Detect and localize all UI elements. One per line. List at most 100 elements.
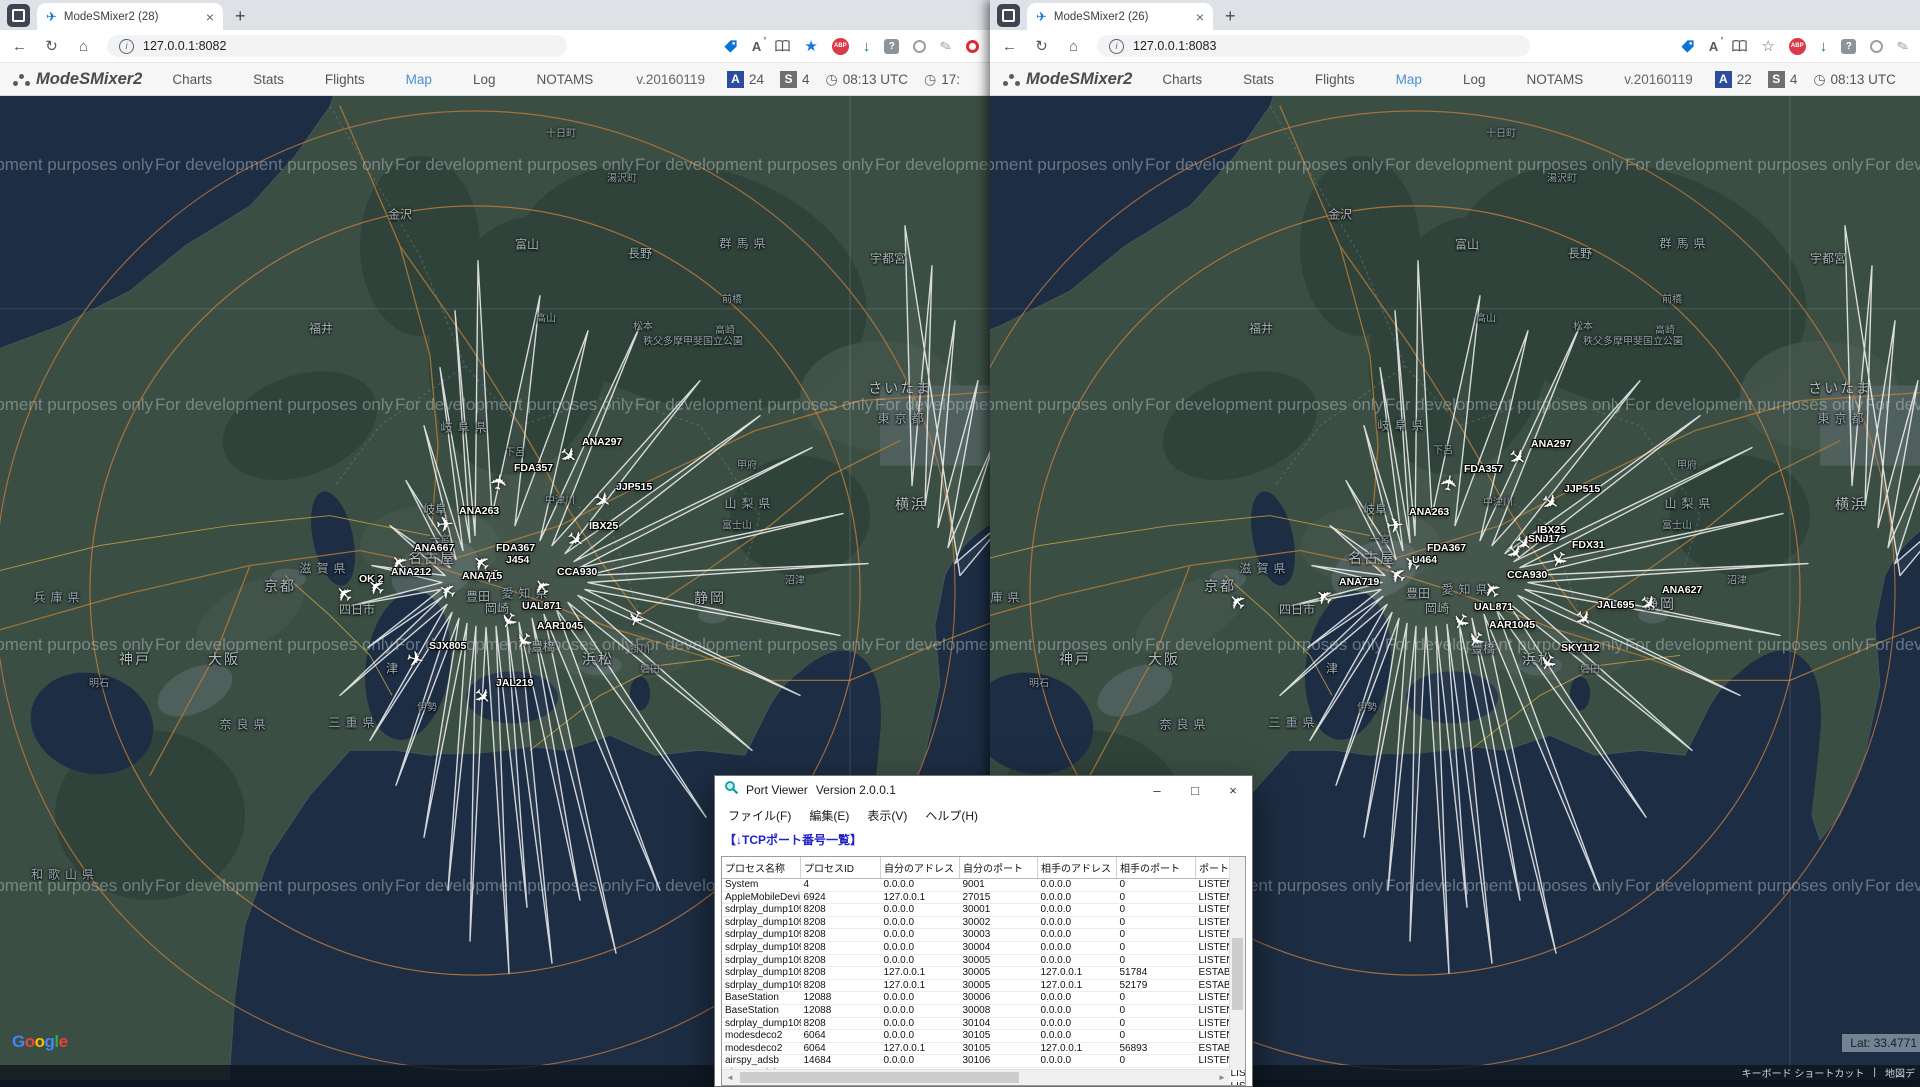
aircraft-callsign[interactable]: ANA297 xyxy=(582,436,622,448)
menu-item[interactable]: ヘルプ(H) xyxy=(916,807,987,824)
column-header[interactable]: 自分のポート xyxy=(960,857,1038,879)
port-table-row[interactable]: sdrplay_dump109082080.0.0.0300020.0.0.00… xyxy=(722,916,1246,929)
aircraft-callsign[interactable]: ANA667 xyxy=(414,542,454,554)
port-table-row[interactable]: airspy_adsb146840.0.0.0301060.0.0.00LIST… xyxy=(722,1055,1246,1068)
vertical-scrollbar-thumb[interactable] xyxy=(1232,938,1243,1010)
aircraft-callsign[interactable]: SJX805 xyxy=(429,640,466,652)
aircraft-callsign[interactable]: ANA719 xyxy=(1339,576,1379,588)
aircraft-callsign[interactable]: FDA357 xyxy=(1464,463,1503,475)
column-header[interactable]: 相手のアドレス xyxy=(1038,857,1117,879)
aircraft-callsign[interactable]: IBX25 xyxy=(589,520,618,532)
map-data-link[interactable]: 地図デ xyxy=(1885,1065,1915,1080)
port-table-row[interactable]: sdrplay_dump10908208127.0.0.130005127.0.… xyxy=(722,979,1246,992)
download-extension-icon[interactable]: ↓ xyxy=(1820,38,1828,55)
aircraft-callsign[interactable]: FDX31 xyxy=(1572,539,1605,551)
help-extension-icon[interactable]: ? xyxy=(1841,39,1856,54)
aircraft-callsign[interactable]: SKY112 xyxy=(1561,642,1600,654)
nav-item-notams[interactable]: NOTAMS xyxy=(536,72,593,87)
browser-tab[interactable]: ✈ ModeSMixer2 (26) × xyxy=(1027,3,1213,30)
aircraft-callsign[interactable]: U464 xyxy=(1412,554,1437,566)
column-header[interactable]: プロセスID xyxy=(801,857,881,879)
aircraft-callsign[interactable]: ANA212 xyxy=(391,566,431,578)
port-table-row[interactable]: sdrplay_dump109082080.0.0.0300010.0.0.00… xyxy=(722,904,1246,917)
site-info-icon[interactable]: i xyxy=(119,39,134,54)
port-viewer-titlebar[interactable]: Port Viewer Version 2.0.0.1 – □ × xyxy=(715,776,1252,804)
back-icon[interactable]: ← xyxy=(11,38,28,55)
browser-tab[interactable]: ✈ ModeSMixer2 (28) × xyxy=(37,3,223,30)
adblock-extension-icon[interactable]: ABP xyxy=(1789,38,1806,55)
aircraft-icon[interactable]: ✈ xyxy=(488,472,512,493)
menu-item[interactable]: 編集(E) xyxy=(800,807,858,824)
port-table-row[interactable]: modesdeco260640.0.0.0301050.0.0.00LISTEN… xyxy=(722,1030,1246,1043)
aircraft-icon[interactable]: ✈ xyxy=(435,514,454,536)
aircraft-callsign[interactable]: FDA367 xyxy=(1427,542,1466,554)
immersive-reader-icon[interactable] xyxy=(1732,39,1747,53)
aircraft-callsign[interactable]: ANA297 xyxy=(1531,438,1571,450)
tab-close-icon[interactable]: × xyxy=(206,9,214,25)
circle-extension-icon[interactable] xyxy=(1870,40,1883,53)
refresh-icon[interactable]: ↻ xyxy=(43,37,60,55)
minimize-button[interactable]: – xyxy=(1138,776,1176,804)
scroll-right-icon[interactable]: ► xyxy=(1214,1070,1230,1085)
aircraft-callsign[interactable]: UAL871 xyxy=(522,600,561,612)
nav-item-map[interactable]: Map xyxy=(1396,72,1422,87)
site-info-icon[interactable]: i xyxy=(1109,39,1124,54)
aircraft-callsign[interactable]: ANA715 xyxy=(462,570,502,582)
column-header[interactable]: 相手のポート xyxy=(1117,857,1196,879)
shopping-tag-icon[interactable] xyxy=(723,39,738,54)
aircraft-callsign[interactable]: JJP515 xyxy=(1564,483,1600,495)
nav-item-notams[interactable]: NOTAMS xyxy=(1526,72,1583,87)
home-icon[interactable]: ⌂ xyxy=(1065,38,1082,55)
nav-item-flights[interactable]: Flights xyxy=(325,72,365,87)
adblock-extension-icon[interactable]: ABP xyxy=(832,38,849,55)
aircraft-callsign[interactable]: AAR1045 xyxy=(537,620,583,632)
tcp-port-list-heading[interactable]: 【↓TCPポート番号一覧】 xyxy=(715,826,1252,848)
aircraft-callsign[interactable]: FDA367 xyxy=(496,542,535,554)
nav-item-charts[interactable]: Charts xyxy=(1162,72,1202,87)
aircraft-callsign[interactable]: ANA263 xyxy=(459,505,499,517)
horizontal-scrollbar[interactable]: ◄ ► xyxy=(722,1069,1230,1085)
nav-item-charts[interactable]: Charts xyxy=(172,72,212,87)
refresh-icon[interactable]: ↻ xyxy=(1033,37,1050,55)
nav-item-map[interactable]: Map xyxy=(406,72,432,87)
aircraft-callsign[interactable]: JAL695 xyxy=(1597,599,1634,611)
red-o-extension-icon[interactable] xyxy=(966,40,979,53)
aircraft-callsign[interactable]: AAR1045 xyxy=(1489,619,1535,631)
immersive-reader-icon[interactable] xyxy=(775,39,790,53)
new-tab-button[interactable]: + xyxy=(1225,7,1236,25)
address-bar[interactable]: i 127.0.0.1:8083 xyxy=(1097,35,1530,57)
address-bar[interactable]: i 127.0.0.1:8082 xyxy=(107,35,567,57)
port-table-row[interactable]: BaseStation120880.0.0.0300060.0.0.00LIST… xyxy=(722,992,1246,1005)
tab-actions-icon[interactable] xyxy=(997,4,1020,27)
column-header[interactable]: 自分のアドレス xyxy=(881,857,960,879)
port-table-row[interactable]: sdrplay_dump109082080.0.0.0300030.0.0.00… xyxy=(722,929,1246,942)
pen-extension-icon[interactable]: ✎ xyxy=(938,36,954,55)
read-aloud-icon[interactable]: A xyxy=(752,39,761,54)
favorites-star-icon[interactable]: ☆ xyxy=(1761,39,1774,54)
port-table-row[interactable]: sdrplay_dump10908208127.0.0.130005127.0.… xyxy=(722,967,1246,980)
nav-item-log[interactable]: Log xyxy=(473,72,496,87)
scroll-left-icon[interactable]: ◄ xyxy=(722,1070,738,1085)
port-table-row[interactable]: System40.0.0.090010.0.0.00LISTENING xyxy=(722,879,1246,892)
new-tab-button[interactable]: + xyxy=(235,7,246,25)
aircraft-callsign[interactable]: CCA930 xyxy=(557,566,597,578)
column-header[interactable]: プロセス名称 xyxy=(722,857,801,879)
port-viewer-window[interactable]: Port Viewer Version 2.0.0.1 – □ × ファイル(F… xyxy=(714,775,1253,1087)
back-icon[interactable]: ← xyxy=(1001,38,1018,55)
favorites-star-icon[interactable]: ★ xyxy=(804,39,817,54)
aircraft-icon[interactable]: ✈ xyxy=(1385,515,1404,537)
port-table-row[interactable]: modesdeco26064127.0.0.130105127.0.0.1568… xyxy=(722,1042,1246,1055)
keyboard-shortcuts-link[interactable]: キーボード ショートカット xyxy=(1742,1065,1865,1080)
vertical-scrollbar[interactable] xyxy=(1229,857,1245,1070)
port-table-row[interactable]: sdrplay_dump109082080.0.0.0300040.0.0.00… xyxy=(722,941,1246,954)
menu-item[interactable]: 表示(V) xyxy=(858,807,916,824)
aircraft-icon[interactable]: ✈ xyxy=(1438,473,1462,494)
nav-item-log[interactable]: Log xyxy=(1463,72,1486,87)
aircraft-callsign[interactable]: CCA930 xyxy=(1507,569,1547,581)
aircraft-callsign[interactable]: JJP515 xyxy=(616,481,652,493)
nav-item-stats[interactable]: Stats xyxy=(1243,72,1274,87)
home-icon[interactable]: ⌂ xyxy=(75,38,92,55)
nav-item-stats[interactable]: Stats xyxy=(253,72,284,87)
port-table-row[interactable]: sdrplay_dump109082080.0.0.0300050.0.0.00… xyxy=(722,954,1246,967)
aircraft-callsign[interactable]: FDA357 xyxy=(514,462,553,474)
